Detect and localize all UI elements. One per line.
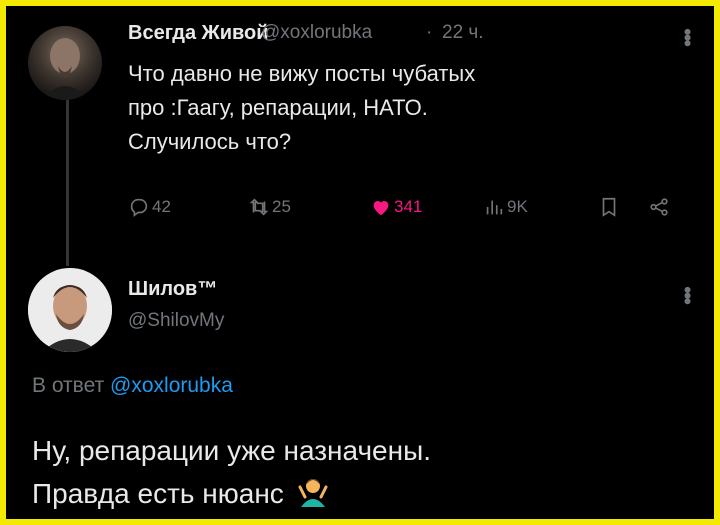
person-shrugging-emoji <box>298 473 328 519</box>
bookmark-icon <box>602 197 616 217</box>
tweet-text-line: Что давно не вижу посты чубатых <box>128 61 476 86</box>
reply-count: 42 <box>152 197 171 216</box>
retweet-count: 25 <box>272 197 291 216</box>
author-handle[interactable]: @ShilovMy <box>128 310 224 332</box>
tweet-text-line: про :Гаагу, репарации, НАТО. <box>128 95 428 120</box>
like-count: 341 <box>394 197 423 216</box>
meta-separator: · <box>426 22 433 43</box>
views-icon <box>486 200 503 215</box>
more-options-icon[interactable]: ••• <box>674 28 700 45</box>
tweet-text: Ну, репарации уже назначены. Правда есть… <box>32 429 431 519</box>
avatar[interactable] <box>28 268 112 352</box>
reply-context: В ответ @xoxlorubka <box>32 374 233 398</box>
author-name[interactable]: Всегда Живой <box>128 22 269 45</box>
reply-button[interactable]: 42 <box>128 196 171 218</box>
heart-icon <box>373 201 389 216</box>
retweet-button[interactable]: 25 <box>248 196 291 218</box>
views-button[interactable]: 9K <box>483 196 528 218</box>
tweet-thread: Всегда Живой @xoxlorubka · 22 ч. ••• Что… <box>6 6 714 519</box>
share-button[interactable] <box>648 196 672 218</box>
like-button[interactable]: 341 <box>370 196 422 218</box>
tweet-text-line: Случилось что? <box>128 129 292 154</box>
retweet-icon <box>249 198 269 216</box>
share-icon <box>650 198 668 216</box>
tweet-text-line: Ну, репарации уже назначены. <box>32 435 431 466</box>
reply-handle-link[interactable]: @xoxlorubka <box>110 374 233 397</box>
reply-icon <box>130 198 148 217</box>
timestamp[interactable]: 22 ч. <box>442 22 484 44</box>
tweet-text-line: Правда есть нюанс <box>32 478 284 509</box>
more-options-icon[interactable]: ••• <box>674 286 700 303</box>
reply-prefix: В ответ <box>32 374 105 397</box>
bookmark-button[interactable] <box>598 196 622 218</box>
tweet-actions: 42 25 341 9K <box>128 196 688 226</box>
thread-connector-line <box>66 98 69 266</box>
avatar[interactable] <box>28 26 102 100</box>
author-name[interactable]: Шилов™ <box>128 278 217 301</box>
views-count: 9K <box>507 197 528 216</box>
author-handle[interactable]: @xoxlorubka <box>261 22 372 44</box>
